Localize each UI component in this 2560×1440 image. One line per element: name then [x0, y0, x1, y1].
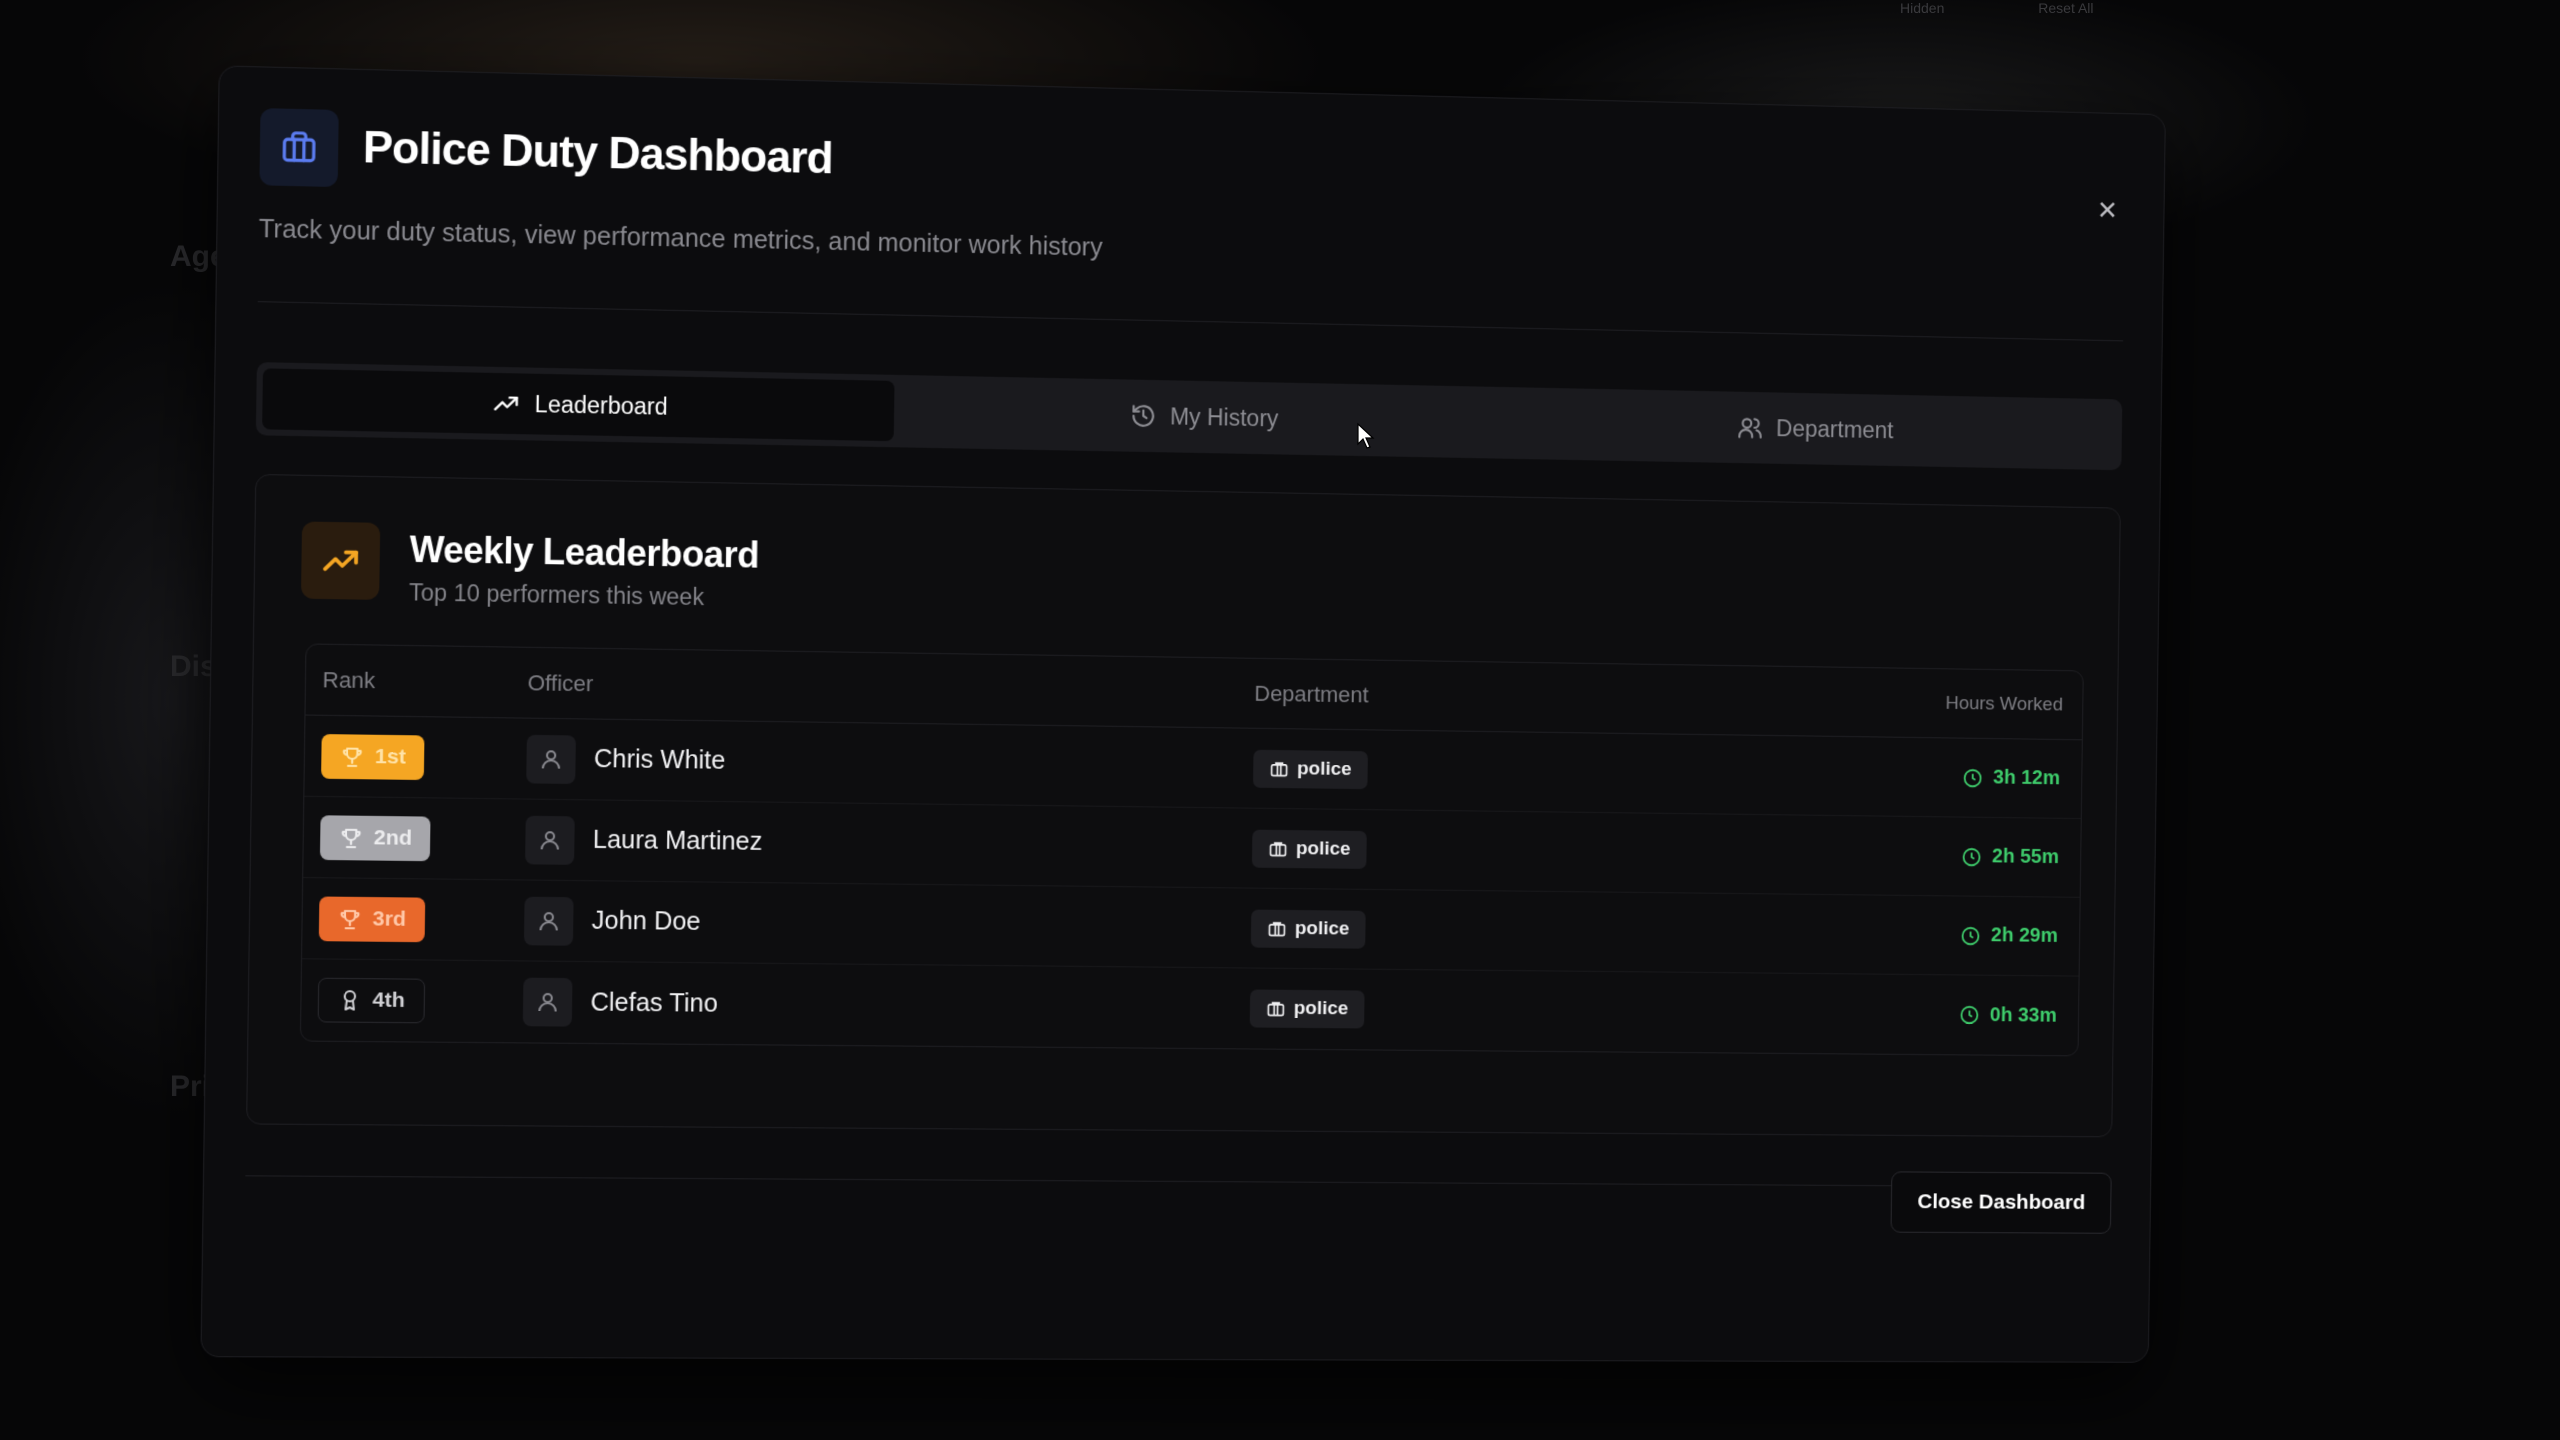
rank-badge: 1st: [321, 733, 425, 780]
briefcase-icon: [1266, 999, 1286, 1019]
mouse-cursor-icon: [1357, 422, 1375, 449]
tab-label: Leaderboard: [534, 390, 668, 420]
hours-value: 2h 29m: [1990, 924, 2058, 947]
hours-value: 0h 33m: [1989, 1003, 2057, 1027]
rank-badge: 3rd: [318, 895, 425, 942]
officer-name: Clefas Tino: [590, 987, 718, 1018]
department-label: police: [1293, 997, 1349, 1020]
briefcase-icon: [1267, 918, 1287, 938]
user-icon: [522, 977, 573, 1027]
tab-department[interactable]: Department: [1511, 393, 2116, 464]
leaderboard-subtitle: Top 10 performers this week: [408, 579, 705, 611]
page-title: Police Duty Dashboard: [362, 122, 833, 184]
hours-worked: 2h 29m: [1788, 922, 2079, 948]
hours-worked: 2h 55m: [1789, 843, 2080, 869]
backdrop-hint-hidden: Hidden: [1900, 0, 1945, 16]
officer-name: John Doe: [591, 906, 701, 936]
briefcase-icon: [1268, 838, 1288, 858]
hours-worked: 3h 12m: [1790, 764, 2081, 791]
leaderboard-card: Weekly Leaderboard Top 10 performers thi…: [246, 473, 2121, 1138]
column-header-department: Department: [1254, 680, 1369, 707]
department-badge: police: [1249, 989, 1365, 1029]
dashboard-header: Police Duty Dashboard Track your duty st…: [259, 108, 2125, 262]
tab-bar: Leaderboard My History Department: [255, 362, 2123, 471]
column-header-rank: Rank: [322, 666, 376, 693]
backdrop-hints: Hidden Reset All: [1900, 0, 2184, 16]
hours-value: 2h 55m: [1991, 845, 2060, 869]
rank-label: 2nd: [373, 825, 413, 850]
department-label: police: [1294, 917, 1350, 940]
rank-label: 3rd: [372, 906, 407, 931]
clock-icon: [1962, 767, 1984, 789]
hours-worked: 0h 33m: [1787, 1002, 2078, 1027]
trending-up-icon: [492, 389, 521, 418]
trophy-icon: [337, 906, 362, 931]
rank-badge: 2nd: [319, 814, 431, 861]
department-badge: police: [1253, 749, 1368, 789]
tab-label: My History: [1169, 402, 1279, 431]
dashboard-modal: Police Duty Dashboard Track your duty st…: [200, 65, 2166, 1363]
department-label: police: [1296, 757, 1352, 780]
users-icon: [1737, 414, 1763, 440]
user-icon: [525, 815, 575, 865]
hours-value: 3h 12m: [1993, 766, 2061, 790]
trophy-icon: [339, 825, 364, 850]
clock-icon: [1961, 846, 1983, 868]
history-icon: [1130, 403, 1156, 430]
trophy-icon: [340, 744, 365, 769]
footer-divider: [245, 1175, 2112, 1188]
department-label: police: [1295, 837, 1351, 860]
clock-icon: [1959, 1004, 1981, 1026]
department-badge: police: [1251, 829, 1367, 869]
page-subtitle: Track your duty status, view performance…: [258, 214, 1103, 262]
trending-up-icon: [300, 521, 381, 600]
leaderboard-title: Weekly Leaderboard: [409, 528, 760, 576]
column-header-officer: Officer: [527, 669, 594, 696]
clock-icon: [1960, 925, 1982, 947]
rank-label: 1st: [374, 744, 407, 769]
award-icon: [337, 988, 362, 1013]
officer-name: Laura Martinez: [592, 825, 763, 856]
user-icon: [523, 896, 574, 946]
tab-my-history[interactable]: My History: [893, 381, 1512, 453]
header-divider: [257, 301, 2124, 342]
rank-badge: 4th: [317, 977, 425, 1024]
briefcase-icon: [1269, 758, 1289, 778]
user-icon: [526, 734, 576, 784]
officer-name: Chris White: [593, 744, 726, 775]
rank-label: 4th: [372, 988, 405, 1012]
department-badge: police: [1250, 909, 1366, 949]
briefcase-icon: [259, 108, 339, 188]
table-row: 4th Clefas Tino police 0h 33m: [301, 959, 2079, 1055]
tab-leaderboard[interactable]: Leaderboard: [262, 368, 895, 442]
backdrop-hint-reset: Reset All: [2038, 0, 2094, 16]
close-icon[interactable]: ✕: [2090, 192, 2125, 228]
column-header-hours: Hours Worked: [1945, 692, 2064, 715]
leaderboard-table: Rank Officer Department Hours Worked 1st…: [299, 643, 2084, 1057]
close-dashboard-button[interactable]: Close Dashboard: [1890, 1171, 2112, 1234]
tab-label: Department: [1776, 414, 1894, 443]
